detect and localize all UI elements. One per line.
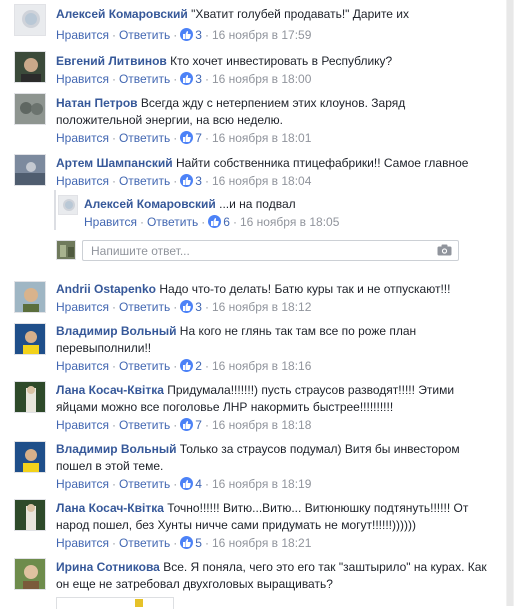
thumbs-up-icon (180, 300, 194, 313)
avatar[interactable] (14, 558, 46, 590)
like-count[interactable]: 3 (195, 174, 202, 188)
reply-button[interactable]: Ответить (119, 28, 170, 42)
reply-button[interactable]: Ответить (119, 418, 170, 432)
like-button[interactable]: Нравится (56, 359, 109, 373)
like-button[interactable]: Нравится (56, 131, 109, 145)
like-count[interactable]: 5 (195, 536, 202, 550)
comment-text: Надо что-то делать! Батю куры так и не о… (159, 282, 451, 296)
like-count[interactable]: 3 (195, 28, 202, 42)
thumbs-up-icon (180, 418, 194, 431)
avatar[interactable] (14, 381, 46, 413)
comment-author[interactable]: Алексей Комаровский (56, 7, 188, 21)
like-button[interactable]: Нравится (56, 28, 109, 42)
avatar[interactable] (14, 4, 46, 36)
avatar[interactable] (14, 323, 46, 355)
like-button[interactable]: Нравится (56, 536, 109, 550)
comment-text: Найти собственника птицефабрики!! Самое … (176, 156, 469, 170)
timestamp[interactable]: 16 ноября в 18:05 (240, 215, 339, 229)
comment-author[interactable]: Владимир Вольный (56, 442, 176, 456)
like-count[interactable]: 7 (195, 418, 202, 432)
comment-text: "Хватит голубей продавать!" Дарите их (191, 7, 410, 21)
like-count[interactable]: 3 (195, 300, 202, 314)
reply-button[interactable]: Ответить (147, 215, 198, 229)
like-count[interactable]: 2 (195, 359, 202, 373)
timestamp[interactable]: 16 ноября в 18:19 (212, 477, 311, 491)
comment-author[interactable]: Andrii Ostapenko (56, 282, 156, 296)
reply-button[interactable]: Ответить (119, 72, 170, 86)
like-count[interactable]: 4 (195, 477, 202, 491)
comment-author[interactable]: Евгений Литвинов (56, 54, 167, 68)
avatar[interactable] (14, 281, 46, 313)
thumbs-up-icon (180, 536, 194, 549)
reply-button[interactable]: Ответить (119, 300, 170, 314)
scrollbar-thumb[interactable] (507, 0, 513, 606)
comment-author[interactable]: Натан Петров (56, 96, 138, 110)
timestamp[interactable]: 16 ноября в 18:04 (212, 174, 311, 188)
camera-icon[interactable] (437, 244, 452, 259)
comment-author[interactable]: Артем Шампанский (56, 156, 173, 170)
thumbs-up-icon (180, 28, 194, 41)
like-count[interactable]: 6 (223, 215, 230, 229)
thumbs-up-icon (208, 215, 222, 228)
thumbs-up-icon (180, 174, 194, 187)
timestamp[interactable]: 16 ноября в 18:12 (212, 300, 311, 314)
avatar[interactable] (14, 441, 46, 473)
timestamp[interactable]: 16 ноября в 18:01 (212, 131, 311, 145)
timestamp[interactable]: 16 ноября в 18:16 (212, 359, 311, 373)
comment-author[interactable]: Лана Косач-Квітка (56, 501, 164, 515)
avatar[interactable] (14, 51, 46, 83)
scrollbar[interactable] (506, 0, 514, 606)
avatar (56, 240, 76, 260)
thumbs-up-icon (180, 72, 194, 85)
timestamp[interactable]: 16 ноября в 18:00 (212, 72, 311, 86)
comment-author[interactable]: Лана Косач-Квітка (56, 383, 164, 397)
timestamp[interactable]: 16 ноября в 17:59 (212, 28, 311, 42)
thumbs-up-icon (180, 359, 194, 372)
comment-author[interactable]: Ирина Сотникова (56, 560, 160, 574)
reply-button[interactable]: Ответить (119, 131, 170, 145)
comment-text: ...и на подвал (219, 197, 296, 211)
like-button[interactable]: Нравится (56, 300, 109, 314)
avatar[interactable] (14, 93, 46, 125)
like-button[interactable]: Нравится (56, 418, 109, 432)
reply-input[interactable] (83, 241, 383, 260)
comment-text: Кто хочет инвестировать в Республику? (170, 54, 393, 68)
avatar[interactable] (58, 195, 78, 215)
timestamp[interactable]: 16 ноября в 18:21 (212, 536, 311, 550)
thumbs-up-icon (180, 131, 194, 144)
timestamp[interactable]: 16 ноября в 18:18 (212, 418, 311, 432)
thumbs-up-icon (180, 477, 194, 490)
reply-composer (82, 240, 459, 261)
like-button[interactable]: Нравится (84, 215, 137, 229)
comment-author[interactable]: Владимир Вольный (56, 324, 176, 338)
reply-button[interactable]: Ответить (119, 536, 170, 550)
reply-button[interactable]: Ответить (119, 477, 170, 491)
like-count[interactable]: 7 (195, 131, 202, 145)
like-button[interactable]: Нравится (56, 174, 109, 188)
like-button[interactable]: Нравится (56, 477, 109, 491)
link-preview[interactable] (56, 597, 174, 609)
reply-button[interactable]: Ответить (119, 174, 170, 188)
reply-button[interactable]: Ответить (119, 359, 170, 373)
comment-author[interactable]: Алексей Комаровский (84, 197, 216, 211)
like-button[interactable]: Нравится (56, 72, 109, 86)
avatar[interactable] (14, 154, 46, 186)
like-count[interactable]: 3 (195, 72, 202, 86)
avatar[interactable] (14, 499, 46, 531)
